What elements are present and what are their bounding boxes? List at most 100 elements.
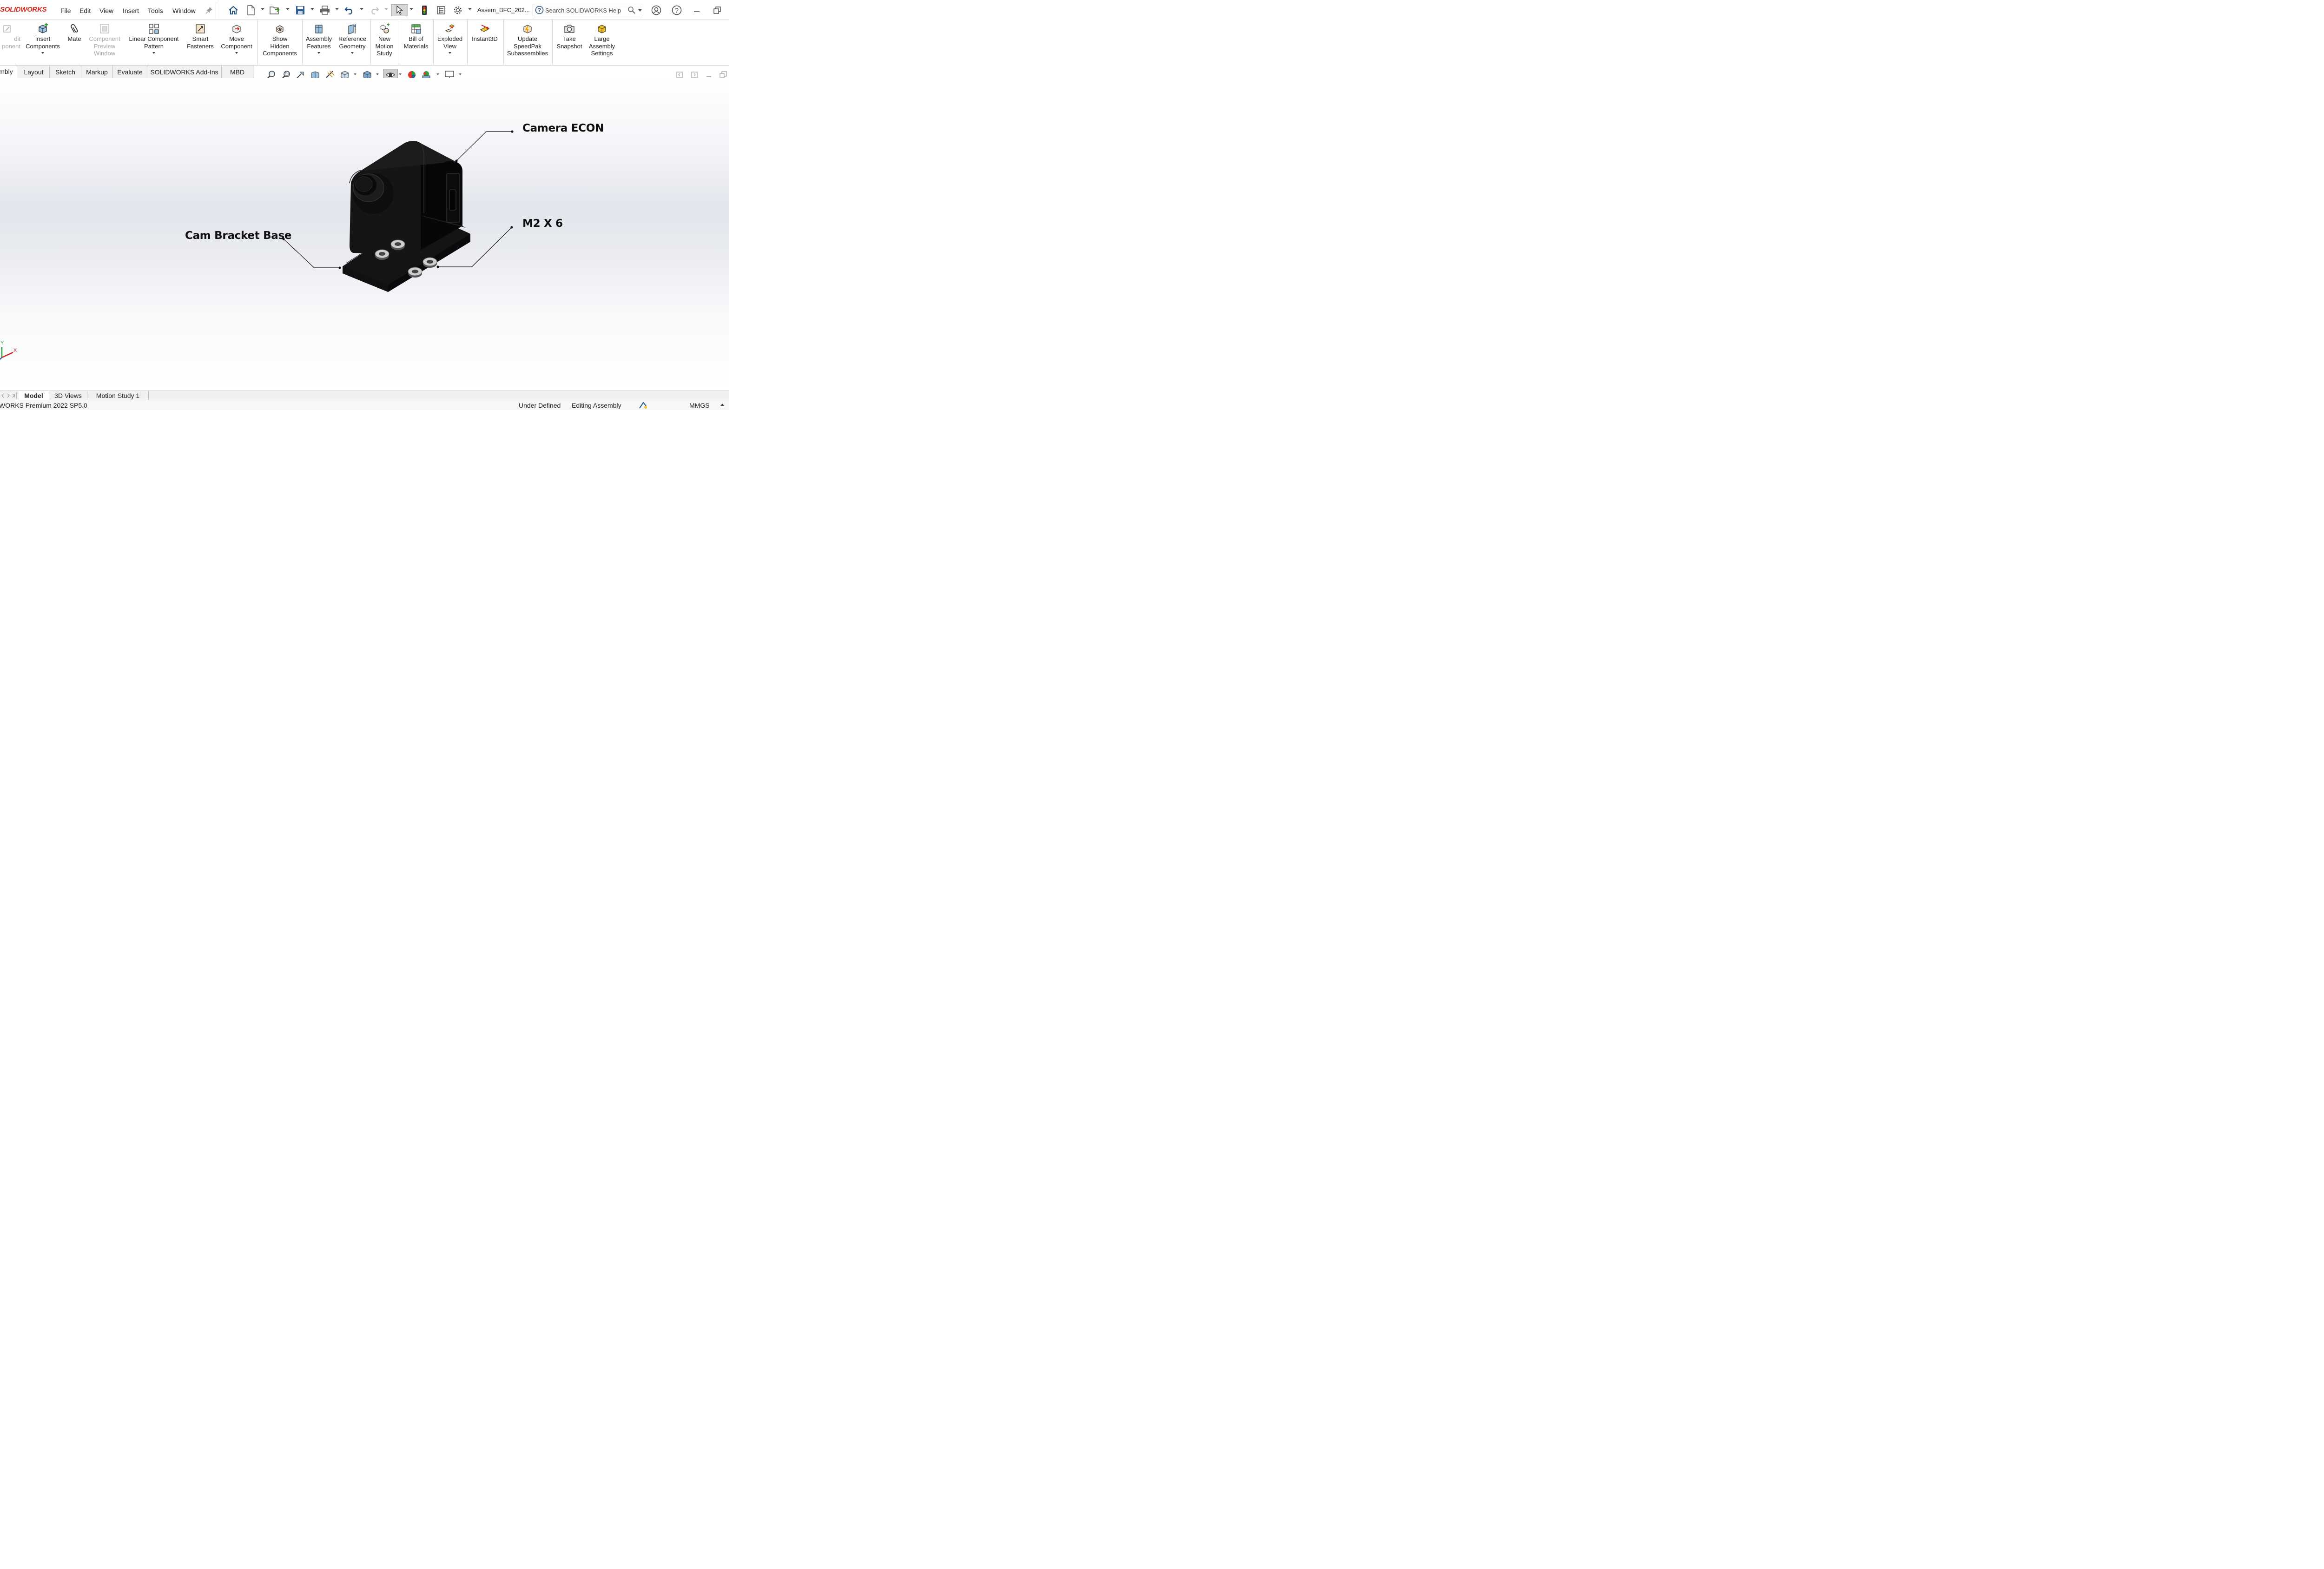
cmd-separator (552, 20, 553, 65)
exploded-view-button[interactable]: Exploded View (435, 23, 465, 54)
undo-dropdown-arrow[interactable] (360, 8, 363, 10)
units-dropdown-arrow[interactable] (720, 404, 724, 406)
help-icon[interactable]: ? (671, 5, 683, 16)
motion-study-label: New Motion Study (375, 35, 394, 57)
insert-components-button[interactable]: Insert Components (23, 23, 62, 54)
save-dropdown-arrow[interactable] (310, 8, 314, 10)
tab-assembly[interactable]: mbly (0, 66, 18, 78)
show-hidden-icon (274, 23, 286, 35)
bill-of-materials-button[interactable]: Bill of Materials (400, 23, 432, 50)
assembly-features-button[interactable]: Assembly Features (304, 23, 333, 54)
instant3d-button[interactable]: Instant3D (469, 23, 501, 43)
mate-paperclip-icon (68, 23, 80, 35)
options-dropdown-arrow[interactable] (468, 8, 472, 10)
tab-sketch[interactable]: Sketch (50, 66, 81, 78)
menu-window[interactable]: Window (172, 7, 196, 14)
component-preview-window-button: Component Preview Window (86, 23, 123, 57)
coordinate-triad: Y X (0, 340, 17, 360)
new-motion-study-button[interactable]: New Motion Study (372, 23, 396, 57)
rebuild-status-icon[interactable] (639, 401, 648, 411)
pin-menu-icon[interactable] (203, 4, 215, 16)
file-properties-icon[interactable] (435, 4, 447, 16)
exploded-view-label: Exploded View (437, 35, 463, 50)
help-question-icon: ? (535, 6, 544, 16)
new-dropdown-arrow[interactable] (261, 8, 264, 10)
save-icon[interactable] (294, 4, 306, 16)
tab-scroll-arrows-icon[interactable] (0, 392, 17, 399)
menu-view[interactable]: View (99, 7, 113, 14)
select-dropdown-arrow[interactable] (409, 8, 413, 10)
tab-solidworks-addins[interactable]: SOLIDWORKS Add-Ins (147, 66, 222, 78)
menu-insert[interactable]: Insert (123, 7, 139, 14)
tab-motion-study-1[interactable]: Motion Study 1 (87, 391, 149, 400)
large-assembly-settings-button[interactable]: Large Assembly Settings (587, 23, 617, 57)
hide-show-dropdown[interactable] (399, 73, 402, 75)
unit-system-status[interactable]: MMGS (689, 402, 710, 409)
apply-scene-dropdown[interactable] (436, 73, 439, 75)
cmd-separator (467, 20, 468, 65)
tab-markup[interactable]: Markup (81, 66, 113, 78)
help-search-box[interactable]: ? (533, 4, 643, 16)
open-dropdown-arrow[interactable] (286, 8, 290, 10)
assembly-features-icon (313, 23, 325, 35)
linear-component-pattern-button[interactable]: Linear Component Pattern (126, 23, 182, 54)
undo-icon[interactable] (343, 4, 356, 16)
search-dropdown-arrow[interactable] (638, 9, 642, 12)
tab-mbd[interactable]: MBD (222, 66, 253, 78)
menu-file[interactable]: File (60, 7, 71, 14)
rebuild-traffic-light-icon[interactable] (418, 4, 430, 16)
motion-study-icon (378, 23, 390, 35)
minimize-icon[interactable] (691, 5, 703, 16)
solidworks-logo[interactable]: SOLIDWORKS (0, 6, 47, 13)
tab-evaluate[interactable]: Evaluate (113, 66, 147, 78)
redo-icon[interactable] (368, 4, 380, 16)
move-component-button[interactable]: Move Component (218, 23, 255, 54)
new-document-icon[interactable] (245, 4, 257, 16)
linear-pattern-label: Linear Component Pattern (129, 35, 179, 50)
take-snapshot-label: Take Snapshot (556, 35, 582, 50)
graphics-area[interactable]: Y X Camera ECON Cam Bracket Base M2 X 6 (0, 78, 729, 391)
select-pointer-icon[interactable] (391, 4, 408, 16)
assembly-model[interactable]: Y X (0, 78, 729, 391)
options-gear-icon[interactable] (452, 4, 464, 16)
edit-component-button[interactable]: dit ponent (0, 23, 20, 50)
show-hidden-label: Show Hidden Components (263, 35, 297, 57)
mate-button[interactable]: Mate (65, 23, 84, 43)
print-dropdown-arrow[interactable] (335, 8, 339, 10)
update-speedpak-button[interactable]: Update SpeedPak Subassemblies (505, 23, 550, 57)
reference-geometry-dropdown[interactable] (351, 52, 354, 54)
home-icon[interactable] (227, 4, 239, 16)
linear-pattern-dropdown[interactable] (152, 52, 155, 54)
tab-model[interactable]: Model (19, 391, 49, 400)
move-component-dropdown[interactable] (235, 52, 238, 54)
assembly-features-dropdown[interactable] (317, 52, 320, 54)
triad-y-label: Y (0, 340, 4, 346)
print-icon[interactable] (319, 4, 331, 16)
view-settings-dropdown[interactable] (459, 73, 462, 75)
exploded-view-dropdown[interactable] (449, 52, 451, 54)
menu-edit[interactable]: Edit (79, 7, 91, 14)
display-style-dropdown[interactable] (376, 73, 379, 75)
cmd-separator (433, 20, 434, 65)
version-text: WORKS Premium 2022 SP5.0 (0, 402, 87, 409)
reference-geometry-button[interactable]: Reference Geometry (336, 23, 369, 54)
show-hidden-components-button[interactable]: Show Hidden Components (260, 23, 300, 57)
help-search-input[interactable] (545, 6, 629, 14)
document-title: Assem_BFC_202... (477, 7, 530, 13)
search-icon[interactable] (627, 6, 636, 16)
menu-tools[interactable]: Tools (148, 7, 163, 14)
smart-fasteners-button[interactable]: Smart Fasteners (185, 23, 216, 50)
status-bar: WORKS Premium 2022 SP5.0 Under Defined E… (0, 400, 729, 410)
open-icon[interactable] (269, 4, 281, 16)
svg-text:?: ? (538, 7, 541, 13)
take-snapshot-button[interactable]: Take Snapshot (554, 23, 585, 50)
redo-dropdown-arrow (384, 8, 388, 10)
account-icon[interactable] (650, 5, 662, 16)
insert-components-dropdown[interactable] (41, 52, 44, 54)
base-leader-line (283, 238, 340, 268)
tab-layout[interactable]: Layout (18, 66, 50, 78)
restore-window-icon[interactable] (711, 5, 723, 16)
reference-geometry-icon (346, 23, 358, 35)
view-orientation-dropdown[interactable] (354, 73, 357, 75)
tab-3d-views[interactable]: 3D Views (49, 391, 87, 400)
